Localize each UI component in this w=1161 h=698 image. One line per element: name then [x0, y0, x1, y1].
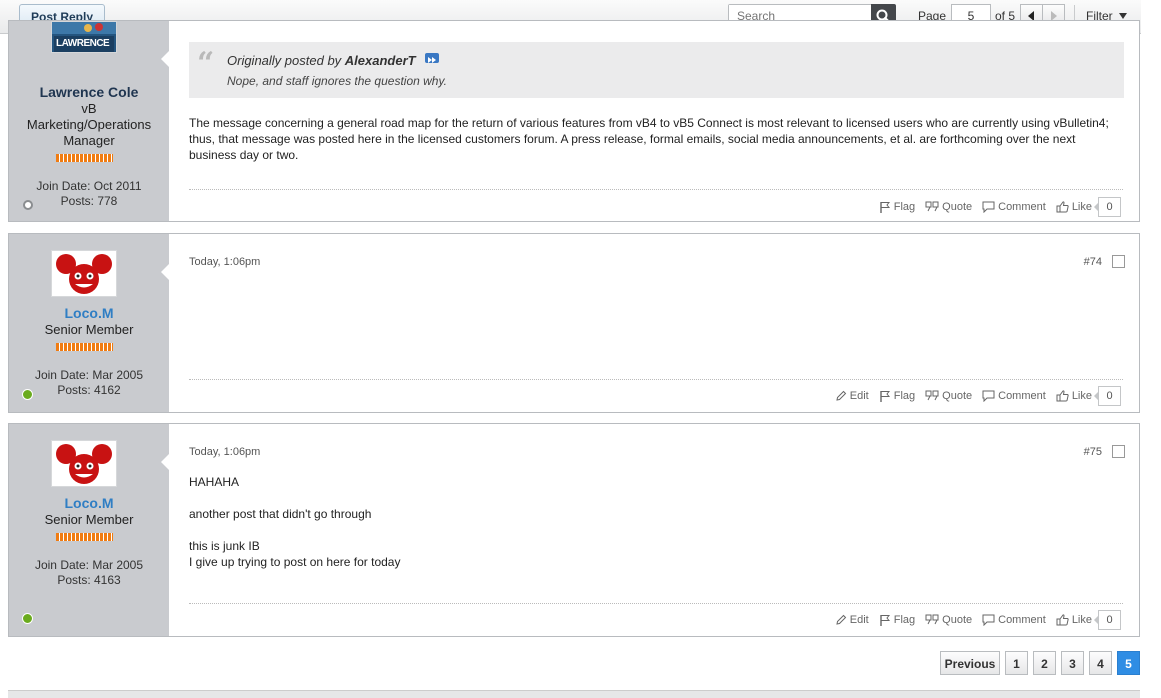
- post-body-line: I give up trying to post on here for tod…: [189, 555, 401, 569]
- flag-button[interactable]: Flag: [879, 390, 915, 402]
- deadmau5-avatar-image: [56, 254, 112, 294]
- avatar[interactable]: [51, 440, 117, 487]
- user-title: Senior Member: [44, 512, 134, 527]
- quote-icon: [925, 614, 939, 625]
- post-number-link[interactable]: #74: [1084, 256, 1102, 268]
- quote-button[interactable]: Quote: [925, 614, 972, 626]
- flag-button[interactable]: Flag: [879, 201, 915, 213]
- page-link-3[interactable]: 3: [1061, 651, 1084, 675]
- online-status-icon: [22, 389, 33, 400]
- post-content: “ Originally posted by AlexanderT Nope, …: [161, 21, 1139, 221]
- quote-attribution: Originally posted by AlexanderT: [227, 53, 440, 68]
- avatar[interactable]: LAWRENCE: [51, 21, 117, 53]
- avatar[interactable]: [51, 250, 117, 297]
- post-select-checkbox[interactable]: [1112, 445, 1125, 458]
- like-button[interactable]: Like: [1056, 201, 1092, 213]
- post-body-line: another post that didn't go through: [189, 507, 372, 521]
- online-status-icon: [22, 613, 33, 624]
- pencil-icon: [836, 614, 846, 625]
- quote-button[interactable]: Quote: [925, 201, 972, 213]
- user-title-line: Manager: [63, 133, 115, 148]
- comment-icon: [982, 614, 995, 626]
- quote-block: “ Originally posted by AlexanderT Nope, …: [189, 42, 1124, 98]
- like-count: 0: [1094, 197, 1121, 217]
- post-actions: Edit Flag Quote Comment Like 0: [825, 610, 1121, 630]
- comment-icon: [982, 390, 995, 402]
- edit-button[interactable]: Edit: [835, 614, 869, 626]
- post-content: Today, 1:06pm #75 HAHAHA another post th…: [161, 424, 1139, 636]
- username[interactable]: Loco.M: [9, 305, 169, 321]
- quote-text: Nope, and staff ignores the question why…: [227, 74, 447, 88]
- user-title: Senior Member: [44, 322, 134, 337]
- deadmau5-avatar-image: [56, 444, 112, 484]
- comment-button[interactable]: Comment: [982, 390, 1046, 402]
- jump-to-post-icon[interactable]: [425, 53, 440, 63]
- join-date: Join Date: Mar 2005: [34, 558, 144, 572]
- quote-button[interactable]: Quote: [925, 390, 972, 402]
- post-author-panel: Loco.M Senior Member Join Date: Mar 2005…: [9, 234, 169, 412]
- offline-status-icon: [23, 200, 33, 210]
- reputation-bar: [56, 154, 113, 162]
- chevron-down-icon: [1118, 13, 1127, 19]
- post-number-link[interactable]: #75: [1084, 446, 1102, 458]
- quote-mark-icon: “: [197, 46, 215, 81]
- post-body-line: HAHAHA: [189, 475, 240, 489]
- reputation-bar: [56, 343, 113, 351]
- thumbs-up-icon: [1056, 614, 1069, 626]
- post-count: Posts: 778: [60, 194, 118, 208]
- post-75: Loco.M Senior Member Join Date: Mar 2005…: [8, 423, 1140, 637]
- comment-button[interactable]: Comment: [982, 201, 1046, 213]
- previous-page-button[interactable]: Previous: [940, 651, 1000, 675]
- thumbs-up-icon: [1056, 390, 1069, 402]
- post-body: The message concerning a general road ma…: [189, 116, 1109, 162]
- post-divider: [189, 189, 1123, 190]
- post-body-line: this is junk IB: [189, 539, 260, 553]
- post-74: Loco.M Senior Member Join Date: Mar 2005…: [8, 233, 1140, 413]
- page-link-2[interactable]: 2: [1033, 651, 1056, 675]
- username[interactable]: Loco.M: [9, 495, 169, 511]
- post-date: Today, 1:06pm: [189, 446, 261, 458]
- user-title-line: Marketing/Operations: [26, 117, 152, 132]
- post-author-panel: Loco.M Senior Member Join Date: Mar 2005…: [9, 424, 169, 636]
- avatar-text: LAWRENCE: [56, 38, 110, 49]
- quote-prefix: Originally posted by: [227, 53, 342, 68]
- like-button[interactable]: Like: [1056, 614, 1092, 626]
- like-count: 0: [1094, 610, 1121, 630]
- post-content: Today, 1:06pm #74 Edit Flag Quote Commen…: [161, 234, 1139, 412]
- post-actions: Flag Quote Comment Like 0: [869, 197, 1121, 217]
- flag-icon: [880, 615, 890, 626]
- post-count: Posts: 4163: [57, 573, 121, 587]
- comment-button[interactable]: Comment: [982, 614, 1046, 626]
- quote-icon: [925, 201, 939, 212]
- like-button[interactable]: Like: [1056, 390, 1092, 402]
- like-count: 0: [1094, 386, 1121, 406]
- post-divider: [189, 603, 1123, 604]
- thumbs-up-icon: [1056, 201, 1069, 213]
- reputation-bar: [56, 533, 113, 541]
- page-link-4[interactable]: 4: [1089, 651, 1112, 675]
- flag-icon: [880, 202, 890, 213]
- post-select-checkbox[interactable]: [1112, 255, 1125, 268]
- flag-icon: [880, 391, 890, 402]
- post-actions: Edit Flag Quote Comment Like 0: [825, 386, 1121, 406]
- post-count: Posts: 4162: [57, 383, 121, 397]
- quote-icon: [925, 390, 939, 401]
- flag-button[interactable]: Flag: [879, 614, 915, 626]
- post-date: Today, 1:06pm: [189, 256, 261, 268]
- post-73: LAWRENCE Lawrence Cole vB Marketing/Oper…: [8, 20, 1140, 222]
- user-title-line: vB: [81, 101, 97, 116]
- page-link-1[interactable]: 1: [1005, 651, 1028, 675]
- comment-icon: [982, 201, 995, 213]
- post-author-panel: LAWRENCE Lawrence Cole vB Marketing/Oper…: [9, 21, 169, 221]
- edit-button[interactable]: Edit: [835, 390, 869, 402]
- username[interactable]: Lawrence Cole: [9, 84, 169, 100]
- pencil-icon: [836, 390, 846, 401]
- post-divider: [189, 379, 1123, 380]
- quote-author[interactable]: AlexanderT: [345, 53, 416, 68]
- pagination: Previous 1 2 3 4 5: [935, 651, 1140, 675]
- page-link-5-current[interactable]: 5: [1117, 651, 1140, 675]
- join-date: Join Date: Mar 2005: [34, 368, 144, 382]
- join-date: Join Date: Oct 2011: [36, 179, 142, 193]
